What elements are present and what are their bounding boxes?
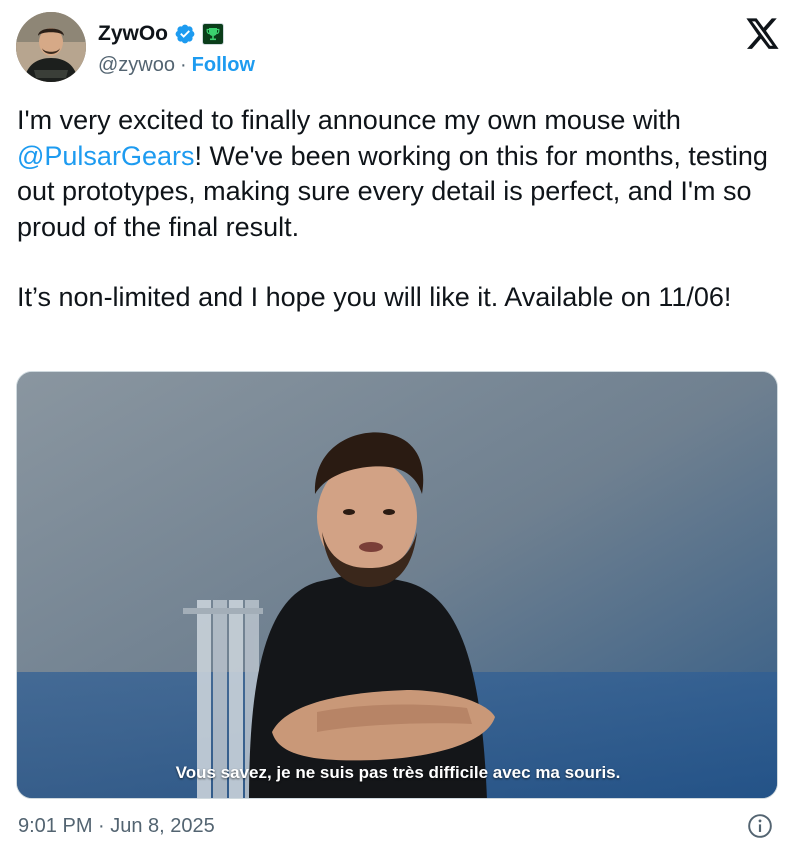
- video-subtitle: Vous savez, je ne suis pas très difficil…: [175, 763, 621, 782]
- author-handle[interactable]: @zywoo: [98, 54, 175, 77]
- follow-button[interactable]: Follow: [192, 54, 255, 77]
- author-handle-row: @zywoo · Follow: [98, 54, 255, 77]
- mention-link[interactable]: @PulsarGears: [17, 141, 194, 171]
- tweet-card: ZywOo @zywoo · Follow I'm very excited t…: [0, 0, 800, 848]
- tweet-text: I'm very excited to finally announce my …: [17, 103, 787, 316]
- video-frame: [17, 372, 777, 798]
- tweet-paragraph-2: It’s non-limited and I hope you will lik…: [17, 282, 732, 312]
- handle-separator: ·: [180, 54, 187, 76]
- tweet-paragraph-1: I'm very excited to finally announce my …: [17, 103, 787, 245]
- verified-badge-icon: [174, 23, 196, 45]
- info-icon[interactable]: [747, 813, 773, 839]
- x-logo-icon[interactable]: [746, 18, 780, 50]
- author-display-name[interactable]: ZywOo: [98, 22, 168, 46]
- avatar[interactable]: [16, 12, 86, 82]
- video-player[interactable]: Vous savez, je ne suis pas très difficil…: [16, 371, 778, 799]
- tweet-timestamp[interactable]: 9:01 PM · Jun 8, 2025: [18, 815, 215, 838]
- trophy-badge-icon[interactable]: [202, 23, 225, 45]
- author-name-row: ZywOo: [98, 20, 225, 48]
- tweet-text-part-1: I'm very excited to finally announce my …: [17, 105, 681, 135]
